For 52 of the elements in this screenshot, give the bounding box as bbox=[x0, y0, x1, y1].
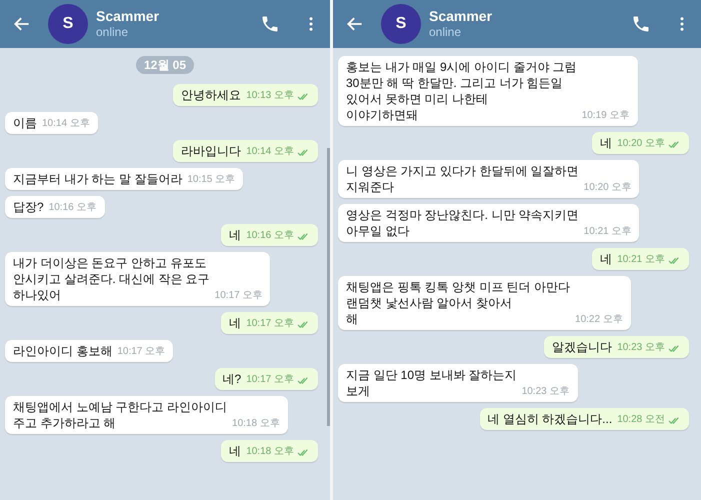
message-time: 10:28 오전 bbox=[617, 413, 665, 427]
message-text: 네 bbox=[229, 443, 242, 459]
contact-avatar: S bbox=[48, 4, 88, 44]
message-text: 네 bbox=[229, 315, 242, 331]
message-text: 내가 더이상은 돈요구 안하고 유포도 안시키고 살려준다. 대신에 작은 요구 하나있어 bbox=[13, 255, 210, 303]
message-text: 네 bbox=[600, 251, 612, 267]
message-text: 채팅앱에서 노예남 구한다고 라인아이디 주고 추가하라고 해 bbox=[13, 399, 228, 431]
message-time: 10:17 오후 bbox=[117, 345, 166, 359]
message-time: 10:18 오후 bbox=[232, 417, 280, 431]
message-time: 10:15 오후 bbox=[187, 173, 236, 187]
message-text: 이름 bbox=[13, 115, 37, 131]
message-time: 10:18 오후 bbox=[246, 445, 294, 459]
date-badge: 12월 05 bbox=[136, 56, 194, 74]
message-text: 네 bbox=[229, 227, 242, 243]
message-time: 10:20 오후 bbox=[617, 137, 665, 151]
message-text: 알겠습니다 bbox=[552, 339, 612, 355]
message-text: 지금부터 내가 하는 말 잘들어라 bbox=[13, 171, 182, 187]
message-time: 10:17 오후 bbox=[214, 289, 262, 303]
phone-icon[interactable] bbox=[631, 14, 651, 34]
contact-status: online bbox=[429, 25, 462, 40]
message-text: 라바입니다 bbox=[181, 143, 242, 159]
contact-status: online bbox=[96, 25, 130, 40]
message-time: 10:16 오후 bbox=[246, 229, 294, 243]
message-time: 10:14 오후 bbox=[246, 145, 294, 159]
message-time: 10:17 오후 bbox=[246, 373, 294, 387]
message-time: 10:23 오후 bbox=[617, 341, 665, 355]
message-text: 영상은 걱정마 장난않친다. 니만 약속지키면 아무일 없다 bbox=[346, 207, 579, 239]
scrollbar[interactable] bbox=[327, 148, 330, 426]
message-time: 10:20 오후 bbox=[584, 181, 632, 195]
message-time: 10:23 오후 bbox=[522, 385, 570, 399]
message-text: 지금 일단 10명 보내봐 잘하는지 보게 bbox=[346, 367, 517, 399]
message-text: 홍보는 내가 매일 9시에 아이디 줄거야 그럼 30분만 해 딱 한달만. 그리고 너가 힘든일 있어서 못하면 미리 나한테 이야기하면돼 bbox=[346, 59, 577, 123]
message-time: 10:19 오후 bbox=[582, 109, 630, 123]
message-time: 10:13 오후 bbox=[246, 89, 294, 103]
message-time: 10:22 오후 bbox=[575, 313, 623, 327]
message-time: 10:14 오후 bbox=[42, 117, 90, 131]
message-text: 라인아이디 홍보해 bbox=[13, 343, 112, 359]
message-text: 채팅앱은 핑톡 킹톡 앙챗 미프 틴더 아만다 랜덤챗 낯선사람 알아서 찾아서 해 bbox=[346, 279, 570, 327]
contact-name: Scammer bbox=[96, 8, 160, 25]
message-text: 네 bbox=[600, 135, 612, 151]
phone-icon[interactable] bbox=[260, 14, 280, 34]
message-text: 네? bbox=[222, 371, 242, 387]
message-time: 10:21 오후 bbox=[617, 253, 665, 267]
message-text: 니 영상은 가지고 있다가 한달뒤에 일잘하면 지워준다 bbox=[346, 163, 579, 195]
message-time: 10:21 오후 bbox=[584, 225, 632, 239]
message-time: 10:17 오후 bbox=[246, 317, 294, 331]
message-time: 10:16 오후 bbox=[48, 201, 96, 215]
contact-name: Scammer bbox=[429, 8, 494, 25]
contact-avatar: S bbox=[381, 4, 421, 44]
message-text: 답장? bbox=[13, 199, 44, 215]
message-text: 안녕하세요 bbox=[181, 87, 242, 103]
message-text: 네 열심히 하겠습니다... bbox=[488, 411, 612, 427]
